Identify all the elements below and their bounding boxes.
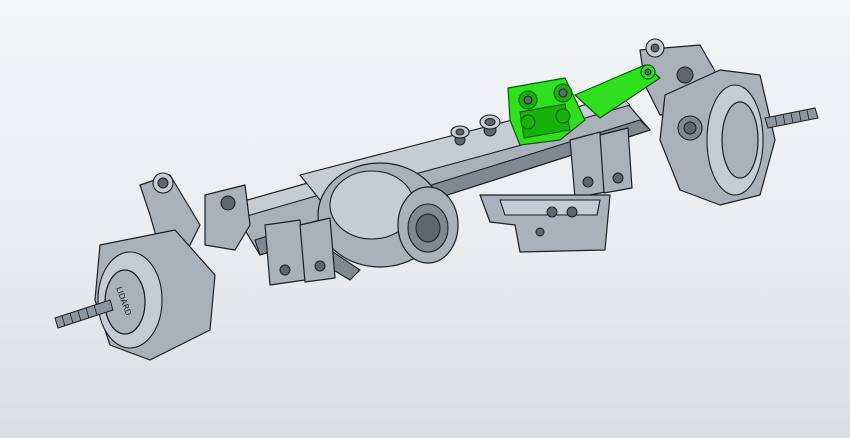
skid-bracket-plate[interactable] [479,194,611,253]
right-axle-stub-shaft[interactable] [764,107,819,129]
cad-viewport[interactable]: LIDARD [0,0,850,438]
axle-model-view: LIDARD [54,38,819,361]
lower-link-mount-left[interactable] [264,217,336,286]
right-hub-carrier[interactable] [659,69,776,206]
left-hub-carrier[interactable]: LIDARD [94,229,216,361]
lower-link-mount-right[interactable] [569,127,633,199]
